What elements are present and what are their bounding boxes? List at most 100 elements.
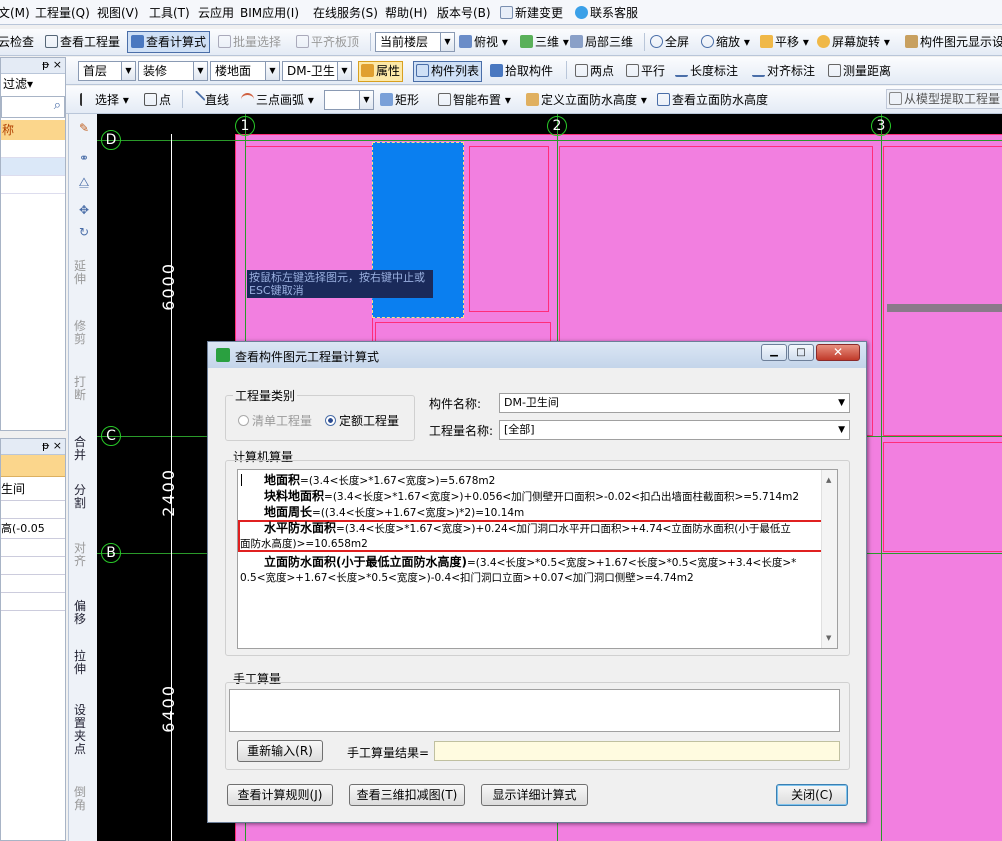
formula-text-area[interactable]: 地面积=(3.4<长度>*1.67<宽度>)=5.678m2 块料地面积=(3.… <box>237 469 838 649</box>
menu-help[interactable]: 帮助(H) <box>385 4 427 21</box>
quota-quantity-radio[interactable]: 定额工程量 <box>325 412 399 429</box>
length-dim-button[interactable]: 长度标注 <box>675 58 738 84</box>
close-button[interactable]: ✕ <box>816 344 860 361</box>
rectangle-button[interactable]: 矩形 <box>380 87 419 113</box>
measure-distance-button[interactable]: 测量距离 <box>828 58 891 84</box>
type-select[interactable]: 楼地面 ▼ <box>210 61 280 81</box>
zoom-button[interactable]: 缩放 ▾ <box>701 29 750 55</box>
copy-icon[interactable]: ⚭ <box>73 152 95 165</box>
quantity-name-select[interactable]: [全部] ▼ <box>499 420 850 440</box>
local-3d-button[interactable]: 局部三维 <box>570 29 633 55</box>
define-waterproof-button[interactable]: 定义立面防水高度 ▾ <box>526 87 647 113</box>
menu-edit[interactable]: 文(M) <box>0 4 30 21</box>
move-icon[interactable]: ✥ <box>73 204 95 217</box>
line-button[interactable]: 直线 <box>187 87 229 113</box>
menu-quantity[interactable]: 工程量(Q) <box>35 4 90 21</box>
batch-select-button[interactable]: 批量选择 <box>218 29 281 55</box>
category-select[interactable]: 装修 ▼ <box>138 61 208 81</box>
point-button[interactable]: 点 <box>144 87 171 113</box>
menu-bim[interactable]: BIM应用(I) <box>240 4 299 21</box>
floor-scope-select[interactable]: 当前楼层 ▼ <box>375 32 455 52</box>
top-view-button[interactable]: 俯视 ▾ <box>459 29 508 55</box>
close-icon[interactable]: × <box>53 439 62 452</box>
document-icon <box>500 6 513 19</box>
component-list-button[interactable]: 构件列表 <box>413 61 483 82</box>
room-region[interactable] <box>469 146 549 312</box>
menu-view[interactable]: 视图(V) <box>97 4 139 21</box>
list-quantity-radio[interactable]: 清单工程量 <box>238 412 312 429</box>
pen-icon[interactable]: ✎ <box>73 122 95 135</box>
property-height-cell[interactable]: 高(-0.05 <box>1 519 65 539</box>
fillet-button[interactable]: 倒角 <box>73 786 87 812</box>
pick-component-button[interactable]: 拾取构件 <box>490 58 553 84</box>
view-formula-button[interactable]: 查看计算式 <box>127 31 211 53</box>
component-select[interactable]: DM-卫生 ▼ <box>282 61 352 81</box>
rotate-button[interactable]: 屏幕旋转 ▾ <box>817 29 890 55</box>
menu-online[interactable]: 在线服务(S) <box>313 4 378 21</box>
property-row[interactable] <box>1 501 65 519</box>
maximize-button[interactable]: □ <box>788 344 814 361</box>
trim-button[interactable]: 修剪 <box>73 320 87 346</box>
tree-row[interactable] <box>1 140 65 158</box>
break-button[interactable]: 打断 <box>73 376 87 402</box>
align-button[interactable]: 对齐 <box>73 542 87 568</box>
merge-button[interactable]: 合并 <box>73 436 87 462</box>
3d-button[interactable]: 三维 ▾ <box>520 29 569 55</box>
pan-button[interactable]: 平移 ▾ <box>760 29 809 55</box>
menu-contact[interactable]: 联系客服 <box>575 4 638 21</box>
view-3d-deduction-button[interactable]: 查看三维扣减图(T) <box>349 784 465 806</box>
view-quantity-button[interactable]: 查看工程量 <box>45 29 120 55</box>
split-button[interactable]: 分割 <box>73 484 87 510</box>
search-input[interactable]: ⌕ <box>1 96 65 118</box>
manual-calc-input[interactable] <box>229 689 840 732</box>
element-display-button[interactable]: 构件图元显示设 <box>905 29 1002 55</box>
scroll-down-icon[interactable]: ▼ <box>826 630 831 646</box>
property-row[interactable] <box>1 557 65 575</box>
stretch-button[interactable]: 拉伸 <box>73 650 87 676</box>
property-row[interactable] <box>1 575 65 593</box>
pin-icon[interactable]: ᵽ <box>42 439 49 452</box>
room-region[interactable] <box>883 146 1002 436</box>
menu-tools[interactable]: 工具(T) <box>149 4 190 21</box>
mirror-icon[interactable]: ⧋ <box>73 176 95 189</box>
scroll-up-icon[interactable]: ▲ <box>826 472 831 488</box>
close-dialog-button[interactable]: 关闭(C) <box>776 784 848 806</box>
fullscreen-button[interactable]: 全屏 <box>650 29 689 55</box>
show-detail-button[interactable]: 显示详细计算式 <box>481 784 588 806</box>
rotate-icon[interactable]: ↻ <box>73 226 95 239</box>
minimize-button[interactable]: ▁ <box>761 344 787 361</box>
extend-button[interactable]: 延伸 <box>73 260 87 286</box>
two-point-button[interactable]: 两点 <box>575 58 614 84</box>
smart-layout-button[interactable]: 智能布置 ▾ <box>438 87 511 113</box>
aligned-dim-button[interactable]: 对齐标注 <box>752 58 815 84</box>
align-top-button[interactable]: 平齐板顶 <box>296 29 359 55</box>
menu-new-change[interactable]: 新建变更 <box>500 4 563 21</box>
arc-option-select[interactable]: ▼ <box>324 90 374 110</box>
select-button[interactable]: 选择 ▾ <box>80 87 129 113</box>
view-waterproof-button[interactable]: 查看立面防水高度 <box>657 87 768 113</box>
menu-version[interactable]: 版本号(B) <box>437 4 491 21</box>
dialog-title-bar[interactable]: 查看构件图元工程量计算式 ▁ □ ✕ <box>208 342 866 368</box>
arc-button[interactable]: 三点画弧 ▾ <box>241 87 314 113</box>
property-row[interactable] <box>1 593 65 611</box>
property-name-cell[interactable]: 生间 <box>1 477 65 501</box>
view-rules-button[interactable]: 查看计算规则(J) <box>227 784 333 806</box>
property-row[interactable] <box>1 539 65 557</box>
cloud-check-button[interactable]: 云检查 <box>0 29 34 55</box>
room-region[interactable] <box>883 442 1002 552</box>
offset-button[interactable]: 偏移 <box>73 600 87 626</box>
grip-button[interactable]: 设置夹点 <box>73 704 87 756</box>
properties-button[interactable]: 属性 <box>358 61 404 82</box>
close-icon[interactable]: × <box>53 58 62 71</box>
tree-row-selected[interactable] <box>1 158 65 176</box>
floor-select[interactable]: 首层 ▼ <box>78 61 136 81</box>
parallel-button[interactable]: 平行 <box>626 58 665 84</box>
pin-icon[interactable]: ᵽ <box>42 58 49 71</box>
menu-cloud[interactable]: 云应用 <box>198 4 234 21</box>
filter-dropdown[interactable]: 过滤▾ <box>1 74 65 94</box>
reinput-button[interactable]: 重新输入(R) <box>237 740 323 762</box>
vertical-scrollbar[interactable]: ▲ ▼ <box>821 470 837 648</box>
extract-quantity-button[interactable]: 从模型提取工程量 <box>886 89 1002 109</box>
tree-row[interactable] <box>1 176 65 194</box>
component-name-select[interactable]: DM-卫生间 ▼ <box>499 393 850 413</box>
